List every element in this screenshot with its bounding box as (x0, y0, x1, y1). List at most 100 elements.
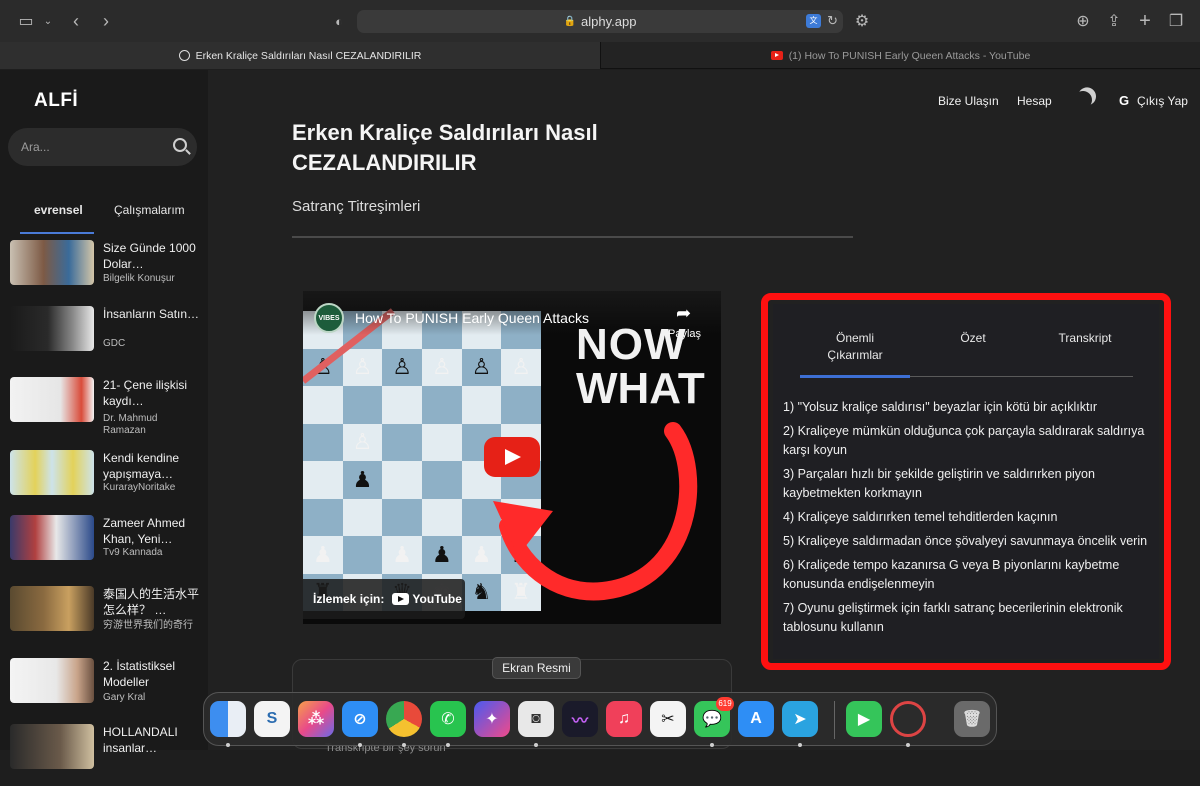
screenshot-icon[interactable]: ◙ (518, 701, 554, 737)
back-icon[interactable]: ‹ (64, 9, 88, 33)
list-item[interactable]: İnsanların Satın… GDC (0, 306, 208, 368)
search-input[interactable]: Ara... (8, 128, 197, 166)
takeaway-item: 4) Kraliçeye saldırırken temel tehditler… (783, 510, 1058, 524)
privacy-shield-icon[interactable]: ◐ (327, 9, 351, 33)
craft-icon[interactable]: ✦ (474, 701, 510, 737)
takeaway-item: 1) "Yolsuz kraliçe saldırısı" beyazlar i… (783, 400, 1098, 414)
watch-on-youtube-button[interactable]: İzlemek için: YouTube (303, 579, 465, 619)
active-tab-indicator (20, 232, 94, 234)
chevron-down-icon[interactable]: ⌄ (36, 9, 60, 33)
takeaway-item: 3) Parçaları hızlı bir şekilde geliştiri… (783, 467, 1095, 500)
whatsapp-icon[interactable]: ✆ (430, 701, 466, 737)
list-item[interactable]: 21- Çene ilişkisi kaydı… Dr. Mahmud Rama… (0, 377, 208, 439)
new-tab-icon[interactable]: + (1133, 9, 1157, 33)
video-title: İnsanların Satın… (103, 307, 200, 321)
surfshark-icon[interactable]: S (254, 701, 290, 737)
chrome-icon[interactable] (386, 701, 422, 737)
tab-key-takeaways[interactable]: Önemli Çıkarımlar (813, 330, 897, 364)
sidebar-toggle-icon[interactable]: ▭ (14, 9, 38, 33)
youtube-play-icon (392, 593, 410, 605)
video-thumbnail (10, 377, 94, 422)
activity-monitor-icon[interactable] (890, 701, 926, 737)
running-indicator (226, 743, 230, 747)
takeaway-item: 6) Kraliçede tempo kazanırsa G veya B pi… (783, 558, 1120, 591)
lock-icon: 🔒 (563, 16, 577, 27)
watch-on-label: İzlemek için: (313, 592, 385, 606)
running-indicator (710, 743, 714, 747)
tab-universal[interactable]: evrensel (34, 203, 83, 217)
video-title: 21- Çene ilişkisi kaydı… (103, 378, 188, 408)
list-item[interactable]: Kendi kendine yapışmaya… KurarayNoritake (0, 450, 208, 512)
messages-badge: 619 (716, 697, 734, 711)
list-item[interactable]: Size Günde 1000 Dolar… Bilgelik Konuşur (0, 240, 208, 302)
tab-bar: Erken Kraliçe Saldırıları Nasıl CEZALAND… (0, 42, 1200, 69)
tab-my-works[interactable]: Çalışmalarım (114, 203, 185, 217)
translate-icon[interactable]: 文 (806, 14, 821, 28)
forward-icon[interactable]: › (94, 9, 118, 33)
video-thumbnail (10, 515, 94, 560)
video-title: HOLLANDALI insanlar… (103, 725, 178, 755)
video-player[interactable]: ♙♙♙♙♙♙ ♙ ♟ ♟♟♟♟♟ ♜♛♚♞♜ VIBES How To PUNI… (303, 291, 721, 624)
app-logo[interactable]: ALFİ (34, 90, 78, 112)
google-icon: G (1119, 93, 1130, 108)
video-source: KurarayNoritake (103, 482, 176, 493)
browser-toolbar: ▭ ⌄ ‹ › ◐ 🔒 alphy.app 文 ↻ ⚙ ⊕ ⇪ + ❐ (0, 0, 1200, 42)
telegram-icon[interactable]: ➤ (782, 701, 818, 737)
video-source: Gary Kral (103, 692, 146, 703)
video-source: GDC (103, 338, 126, 349)
search-icon[interactable] (173, 138, 187, 152)
safari-icon[interactable]: ⊘ (342, 701, 378, 737)
youtube-favicon-icon (770, 51, 783, 60)
video-title: 2. İstatistiksel Modeller (103, 659, 176, 689)
settings-gear-icon[interactable]: ⚙ (850, 9, 874, 33)
summary-panel: Önemli Çıkarımlar Özet Transkript 1) "Yo… (773, 304, 1159, 659)
list-item[interactable]: HOLLANDALI insanlar… (0, 724, 208, 786)
waves-app-icon[interactable]: 〰 (562, 701, 598, 737)
divider (292, 236, 853, 238)
video-thumbnail (10, 450, 94, 495)
tab-youtube[interactable]: (1) How To PUNISH Early Queen Attacks - … (600, 42, 1200, 69)
video-thumbnail (10, 586, 94, 631)
launchpad-icon[interactable]: ⁂ (298, 701, 334, 737)
tab-summary[interactable]: Özet (943, 330, 1003, 347)
app-store-icon[interactable]: A (738, 701, 774, 737)
finder-icon[interactable] (210, 701, 246, 737)
logout-link[interactable]: Çıkış Yap (1137, 94, 1188, 108)
capcut-icon[interactable]: ✂ (650, 701, 686, 737)
tab-transcript[interactable]: Transkript (1043, 330, 1127, 347)
play-button[interactable] (484, 437, 540, 477)
video-source: 穷游世界我们的奇行 (103, 620, 193, 631)
address-bar[interactable]: 🔒 alphy.app 文 ↻ (357, 10, 843, 33)
tab-overview-icon[interactable]: ❐ (1164, 9, 1188, 33)
active-tab-indicator (800, 375, 910, 378)
running-indicator (534, 743, 538, 747)
contact-link[interactable]: Bize Ulaşın (938, 94, 999, 108)
list-item[interactable]: Zameer Ahmed Khan, Yeni… Tv9 Kannada (0, 515, 208, 577)
video-title: Size Günde 1000 Dolar… (103, 241, 196, 271)
youtube-wordmark: YouTube (412, 592, 462, 606)
list-item[interactable]: 泰国人的生活水平怎么样？ … 穷游世界我们的奇行 (0, 586, 208, 648)
facetime-icon[interactable]: ▶ (846, 701, 882, 737)
dock: S ⁂ ⊘ ✆ ✦ ◙ 〰 ♫ ✂ 💬 619 A ➤ ▶ 🗑 (203, 692, 997, 747)
account-link[interactable]: Hesap (1017, 94, 1052, 108)
channel-logo[interactable]: VIBES (314, 303, 344, 333)
channel-name: Satranç Titreşimleri (292, 198, 421, 215)
main-content: Bize Ulaşın Hesap G Çıkış Yap Erken Kral… (208, 70, 1200, 754)
tab-alphy[interactable]: Erken Kraliçe Saldırıları Nasıl CEZALAND… (0, 42, 600, 69)
download-icon[interactable]: ⊕ (1071, 9, 1095, 33)
list-item[interactable]: 2. İstatistiksel Modeller Gary Kral (0, 658, 208, 720)
reload-icon[interactable]: ↻ (827, 13, 838, 29)
video-title[interactable]: How To PUNISH Early Queen Attacks (355, 310, 589, 326)
key-takeaways-list: 1) "Yolsuz kraliçe saldırısı" beyazlar i… (783, 398, 1155, 642)
trash-icon[interactable]: 🗑 (954, 701, 990, 737)
share-icon[interactable]: ⇪ (1102, 9, 1126, 33)
tab-title: Erken Kraliçe Saldırıları Nasıl CEZALAND… (195, 49, 422, 62)
video-source: Bilgelik Konuşur (103, 273, 175, 284)
dark-mode-moon-icon[interactable] (1071, 88, 1094, 111)
thumbnail-text-line2: WHAT (576, 364, 705, 413)
music-icon[interactable]: ♫ (606, 701, 642, 737)
running-indicator (906, 743, 910, 747)
running-indicator (358, 743, 362, 747)
takeaway-item: 7) Oyunu geliştirmek için farklı satranç… (783, 601, 1123, 634)
dock-separator (834, 701, 835, 739)
